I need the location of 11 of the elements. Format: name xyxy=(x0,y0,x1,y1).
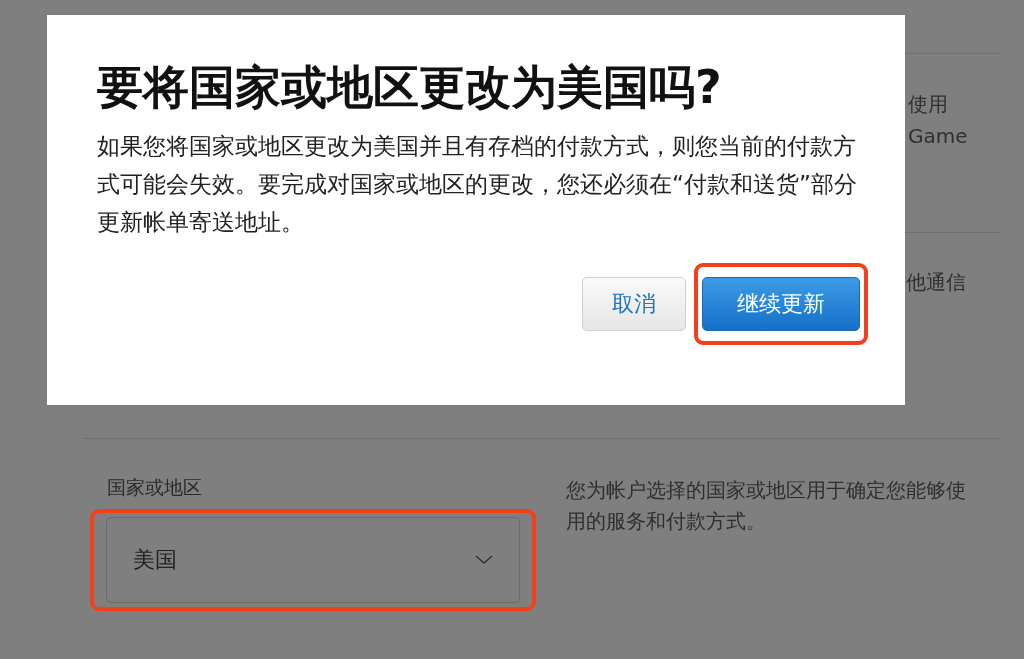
description-text: 您为帐户选择的国家或地区用于确定您能够使用的服务和付款方式。 xyxy=(566,477,967,535)
partial-text: 他通信 xyxy=(906,269,967,296)
cancel-button[interactable]: 取消 xyxy=(582,277,686,331)
continue-button[interactable]: 继续更新 xyxy=(702,277,860,331)
chevron-down-icon xyxy=(475,555,493,565)
country-dropdown[interactable]: 美国 xyxy=(106,517,520,603)
dialog-title: 要将国家或地区更改为美国吗? xyxy=(97,59,723,116)
field-label: 国家或地区 xyxy=(107,475,203,500)
dialog-message: 如果您将国家或地区更改为美国并且有存档的付款方式，则您当前的付款方式可能会失效。要完成对国家或地区的更改，您还必须在“付款和送货”部分更新帐单寄送地址。 xyxy=(97,132,858,237)
partial-text: Game xyxy=(908,123,969,150)
partial-text: 使用 xyxy=(908,91,949,118)
